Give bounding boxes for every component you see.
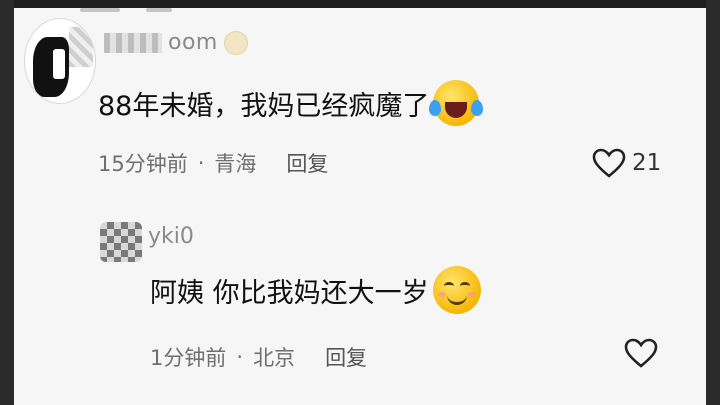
main-reply-button[interactable]: 回复 [286, 148, 328, 178]
emoji-cheek-left [437, 292, 446, 297]
reply-username[interactable]: yki0 [148, 224, 194, 249]
heart-icon [624, 338, 658, 368]
tear-right [471, 100, 484, 116]
like-button[interactable]: 21 [592, 148, 661, 178]
reply-comment-time: 1分钟前 [150, 346, 227, 370]
reply-reply-button[interactable]: 回复 [325, 342, 367, 372]
reply-comment-location: 北京 [253, 346, 296, 370]
main-comment-text: 88年未婚，我妈已经疯魔了 [98, 80, 484, 126]
main-username[interactable]: oom [104, 30, 248, 55]
top-bar-ghost-1 [80, 8, 120, 12]
main-comment-location: 青海 [214, 152, 257, 176]
avatar-main[interactable] [24, 18, 96, 104]
meta-separator: · [236, 345, 244, 369]
emoji-cheek-right [467, 292, 476, 297]
tear-left [429, 100, 442, 116]
laughing-crying-emoji-icon [429, 80, 484, 126]
main-comment-meta: 15分钟前 · 青海 回复 [98, 148, 328, 178]
reply-comment-body: 阿姨 你比我妈还大一岁 [150, 277, 429, 309]
meta-separator: · [197, 151, 205, 175]
avatar-reply[interactable] [100, 222, 142, 262]
top-bar [14, 0, 706, 8]
comment-panel: oom 88年未婚，我妈已经疯魔了 15分钟前 · 青海 回复 21 yki0 … [14, 0, 706, 405]
avatar-blur [69, 27, 93, 67]
reply-like-button[interactable] [624, 338, 658, 368]
username-mask [104, 32, 162, 53]
top-bar-ghost-2 [146, 8, 172, 12]
main-comment-body: 88年未婚，我妈已经疯魔了 [98, 90, 430, 122]
main-username-text: oom [168, 30, 218, 55]
reply-comment-text: 阿姨 你比我妈还大一岁 [150, 266, 481, 314]
like-count: 21 [632, 150, 662, 176]
smiling-emoji-icon [432, 266, 481, 314]
main-comment-time: 15分钟前 [98, 152, 188, 176]
emoji-eye-left [443, 282, 454, 290]
emoji-mouth [446, 293, 467, 305]
heart-icon [592, 148, 626, 178]
emoji-eye-right [459, 282, 470, 290]
user-badge-icon [223, 30, 248, 55]
avatar-shape [53, 49, 65, 79]
reply-comment-meta: 1分钟前 · 北京 回复 [150, 342, 367, 372]
emoji-mouth [445, 102, 468, 118]
